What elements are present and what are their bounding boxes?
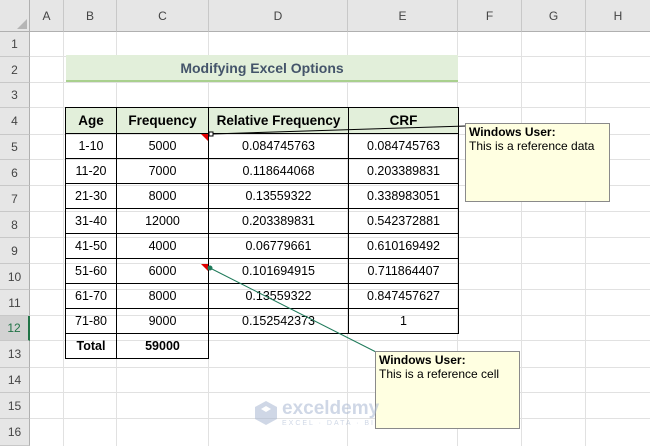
exceldemy-watermark: exceldemy EXCEL · DATA · BI xyxy=(254,398,379,427)
comment-connectors xyxy=(207,125,467,353)
watermark-name: exceldemy xyxy=(282,398,380,419)
watermark-tagline: EXCEL · DATA · BI xyxy=(282,420,375,427)
comment-author: Windows User: xyxy=(469,125,556,139)
exceldemy-logo-icon xyxy=(255,400,277,425)
comment-text: This is a reference data xyxy=(469,139,595,153)
comment-author: Windows User: xyxy=(379,353,466,367)
comment-box-reference-data[interactable]: Windows User: This is a reference data xyxy=(465,123,610,202)
comment-text: This is a reference cell xyxy=(379,367,500,381)
spreadsheet-grid[interactable]: A B C D E F G H 1 2 3 4 5 6 7 8 9 10 11 … xyxy=(0,0,650,446)
comment-box-reference-cell[interactable]: Windows User: This is a reference cell xyxy=(375,351,520,429)
